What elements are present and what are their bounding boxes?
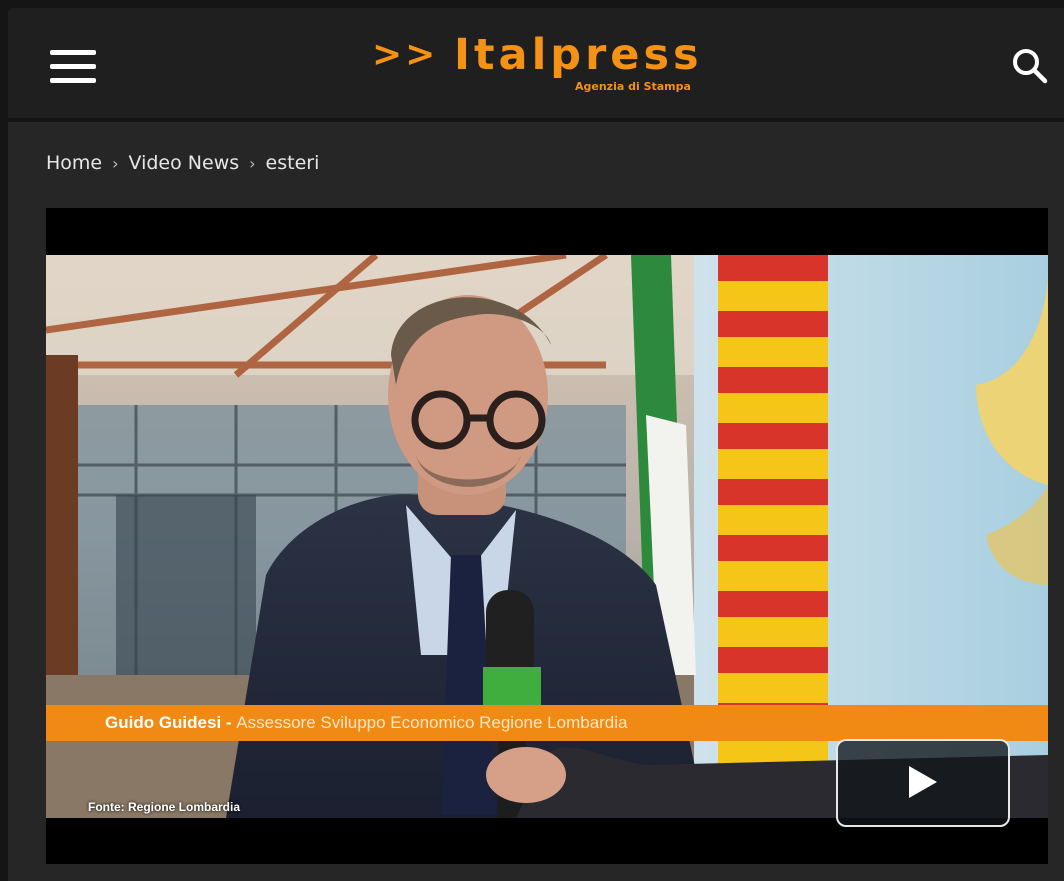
menu-bar	[50, 78, 96, 83]
play-icon	[909, 766, 937, 798]
hamburger-menu-icon[interactable]	[50, 50, 96, 84]
breadcrumb-separator: ›	[249, 153, 256, 173]
play-button[interactable]	[836, 739, 1010, 827]
logo-tagline: Agenzia di Stampa	[575, 80, 691, 93]
source-credit: Fonte: Regione Lombardia	[88, 800, 241, 814]
breadcrumb-home[interactable]: Home	[46, 152, 102, 174]
search-icon[interactable]	[1010, 46, 1050, 86]
page-frame: >> Italpress Agenzia di Stampa Home › Vi…	[8, 8, 1064, 881]
breadcrumb-separator: ›	[112, 153, 119, 173]
lower-third-caption: Guido Guidesi - Assessore Sviluppo Econo…	[46, 705, 1048, 741]
video-player[interactable]: Guido Guidesi - Assessore Sviluppo Econo…	[46, 208, 1048, 864]
logo-wordmark: Italpress	[454, 30, 703, 80]
site-header: >> Italpress Agenzia di Stampa	[8, 8, 1064, 122]
logo-arrows: >>	[372, 34, 439, 75]
speaker-name: Guido Guidesi -	[105, 713, 237, 732]
menu-bar	[50, 64, 96, 69]
breadcrumb: Home › Video News › esteri	[46, 148, 319, 178]
menu-bar	[50, 50, 96, 55]
speaker-role: Assessore Sviluppo Economico Regione Lom…	[236, 713, 628, 732]
breadcrumb-current: esteri	[265, 152, 320, 174]
breadcrumb-video-news[interactable]: Video News	[129, 152, 240, 174]
site-logo[interactable]: >> Italpress Agenzia di Stampa	[372, 30, 732, 98]
